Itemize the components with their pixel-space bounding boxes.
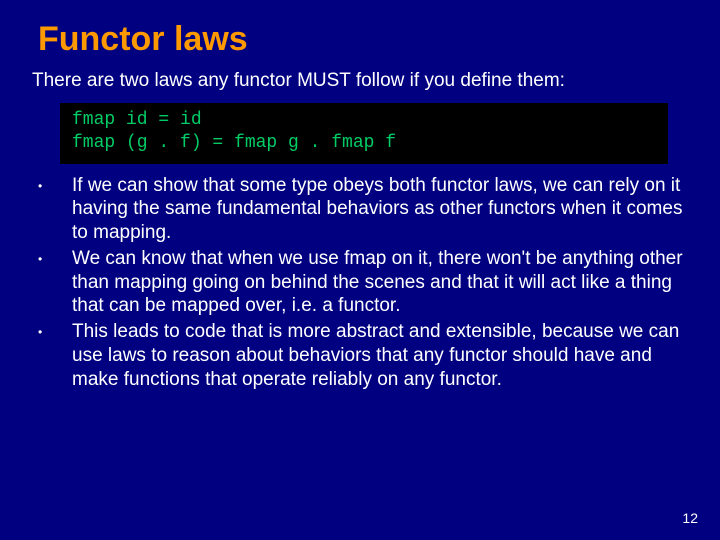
bullet-list: • If we can show that some type obeys bo… bbox=[34, 174, 686, 392]
bullet-text: This leads to code that is more abstract… bbox=[72, 320, 686, 391]
intro-text: There are two laws any functor MUST foll… bbox=[32, 69, 690, 93]
list-item: • If we can show that some type obeys bo… bbox=[34, 174, 686, 245]
bullet-icon: • bbox=[34, 174, 72, 198]
list-item: • This leads to code that is more abstra… bbox=[34, 320, 686, 391]
bullet-icon: • bbox=[34, 320, 72, 344]
slide-title: Functor laws bbox=[38, 20, 690, 59]
code-block: fmap id = id fmap (g . f) = fmap g . fma… bbox=[60, 103, 668, 164]
list-item: • We can know that when we use fmap on i… bbox=[34, 247, 686, 318]
page-number: 12 bbox=[682, 510, 698, 526]
bullet-text: We can know that when we use fmap on it,… bbox=[72, 247, 686, 318]
slide: Functor laws There are two laws any func… bbox=[0, 0, 720, 540]
bullet-icon: • bbox=[34, 247, 72, 271]
bullet-text: If we can show that some type obeys both… bbox=[72, 174, 686, 245]
